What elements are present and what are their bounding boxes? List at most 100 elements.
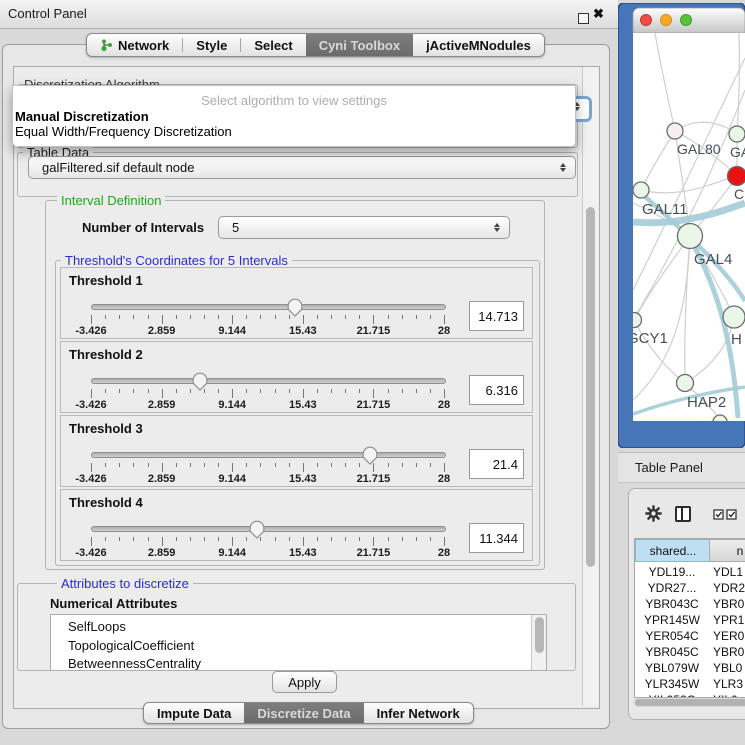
tick-label: 28 [416,399,472,411]
combo-spinner-icon [560,163,566,172]
threshold-value-field[interactable]: 21.4 [469,449,524,479]
table-cell[interactable]: YBL079W [635,660,709,676]
table-panel: shared...n YDL19...YDL1YDR27...YDR2YBR04… [628,488,745,720]
tab-label: Impute Data [157,706,231,721]
node-label: HAP2 [687,394,726,411]
tick-label: 28 [416,547,472,559]
network-node[interactable] [728,167,745,186]
tab-network[interactable]: Network [87,34,182,56]
threshold-label: Threshold 2 [69,347,143,362]
threshold-value-field[interactable]: 11.344 [469,523,524,553]
tab-label: Infer Network [377,706,460,721]
column-selector-icon[interactable] [675,506,691,522]
table-data-combo[interactable]: galFiltered.sif default node [28,156,576,179]
threshold-panel-1: Threshold 1-3.4262.8599.14415.4321.71528… [60,267,533,339]
network-node[interactable] [729,126,745,142]
slider-thumb[interactable] [362,446,378,465]
control-panel-titlebar: Control Panel ✖ [0,0,618,29]
slider-track[interactable] [91,304,446,310]
threshold-panel-4: Threshold 4-3.4262.8599.14415.4321.71528… [60,489,533,561]
slider-track[interactable] [91,452,446,458]
tab-discretize-data[interactable]: Discretize Data [244,703,363,723]
slider-track[interactable] [91,526,446,532]
numerical-attributes-list[interactable]: SelfLoops TopologicalCoefficient Betweenne… [50,614,547,671]
tick-label: 9.144 [204,473,260,485]
attribute-item-topologicalcoefficient[interactable]: TopologicalCoefficient [68,638,194,653]
network-node[interactable] [667,123,683,139]
table-cell[interactable]: YER054C [635,628,709,644]
tab-jactivemnodules[interactable]: jActiveMNodules [413,34,544,56]
tab-select[interactable]: Select [241,34,305,56]
node-label: GAL80 [677,141,721,157]
algorithm-option-equal-width-frequency-discretization[interactable]: Equal Width/Frequency Discretization [15,124,232,139]
node-label: GA [730,144,745,160]
table-cell[interactable]: YDR27... [635,580,709,596]
table-cell[interactable]: YPR145W [635,612,709,628]
network-node[interactable] [633,182,649,198]
table-cell[interactable]: YLR3 [709,676,745,692]
network-node[interactable] [723,306,745,328]
interval-definition-label: Interval Definition [57,193,165,208]
table-cell[interactable]: YBR043C [635,596,709,612]
table-cell[interactable]: YBR045C [635,644,709,660]
tab-label: jActiveMNodules [426,38,531,53]
tick-label: 15.43 [275,399,331,411]
node-label: GAL11 [642,201,688,218]
checkbox-icon[interactable] [713,509,724,520]
tab-cyni-toolbox[interactable]: Cyni Toolbox [306,34,413,56]
network-icon [100,38,113,52]
numerical-attributes-label: Numerical Attributes [50,596,177,611]
attributes-group-label: Attributes to discretize [57,576,193,591]
slider-thumb[interactable] [192,372,208,391]
tick-label: -3.426 [63,325,119,337]
network-node[interactable] [678,224,703,249]
tab-style[interactable]: Style [183,34,240,56]
tick-label: -3.426 [63,473,119,485]
table-panel-titlebar: Table Panel [618,452,745,483]
top-tab-bar: Network Style SelectCyni Toolbox jActiveMNo… [86,33,545,57]
control-panel-scrollbar[interactable] [582,67,598,706]
table-cell[interactable]: YBL0 [709,660,745,676]
table-cell[interactable]: YDR2 [709,580,745,596]
threshold-label: Threshold 3 [69,421,143,436]
tab-infer-network[interactable]: Infer Network [364,703,473,723]
close-icon[interactable]: ✖ [593,6,604,22]
table-cell[interactable]: YBR0 [709,644,745,660]
tab-impute-data[interactable]: Impute Data [144,703,244,723]
checkbox-icon[interactable] [726,509,737,520]
number-of-intervals-combo[interactable]: 5 [218,216,510,239]
node-table: shared...n YDL19...YDL1YDR27...YDR2YBR04… [634,538,745,698]
apply-button[interactable]: Apply [272,671,337,693]
tab-label: Discretize Data [257,706,350,721]
network-view-window[interactable]: GAL80GACGAL11GAL4GCY1HHAP2 [618,3,745,448]
gear-icon[interactable] [645,505,662,522]
table-cell[interactable]: YLR345W [635,676,709,692]
attribute-item-selfloops[interactable]: SelfLoops [68,619,126,634]
float-window-icon[interactable] [578,13,589,24]
slider-thumb[interactable] [287,298,303,317]
table-cell[interactable]: YDL1 [709,564,745,580]
table-h-scrollbar[interactable] [633,698,745,707]
tick-label: 9.144 [204,547,260,559]
table-cell[interactable]: YDL19... [635,564,709,580]
table-cell[interactable]: YER0 [709,628,745,644]
slider-thumb[interactable] [249,520,265,539]
tick-label: 15.43 [275,325,331,337]
slider-track[interactable] [91,378,446,384]
threshold-value-field[interactable]: 6.316 [469,375,524,405]
list-scrollbar[interactable] [531,615,546,670]
algorithm-option-manual-discretization[interactable]: Manual Discretization [15,109,149,124]
tick-label: 28 [416,325,472,337]
network-node[interactable] [677,375,694,392]
table-cell[interactable]: YBR0 [709,596,745,612]
mac-zoom-button [681,15,692,26]
threshold-label: Threshold 4 [69,495,143,510]
column-header-n[interactable]: n [709,539,745,562]
table-cell[interactable]: YPR1 [709,612,745,628]
attribute-item-betweennesscentrality[interactable]: BetweennessCentrality [68,656,201,671]
column-header-shared-[interactable]: shared... [635,539,711,562]
tick-label: 2.859 [134,547,190,559]
tab-label: Style [196,38,227,53]
threshold-value-field[interactable]: 14.713 [469,301,524,331]
number-of-intervals-label: Number of Intervals [82,220,204,235]
